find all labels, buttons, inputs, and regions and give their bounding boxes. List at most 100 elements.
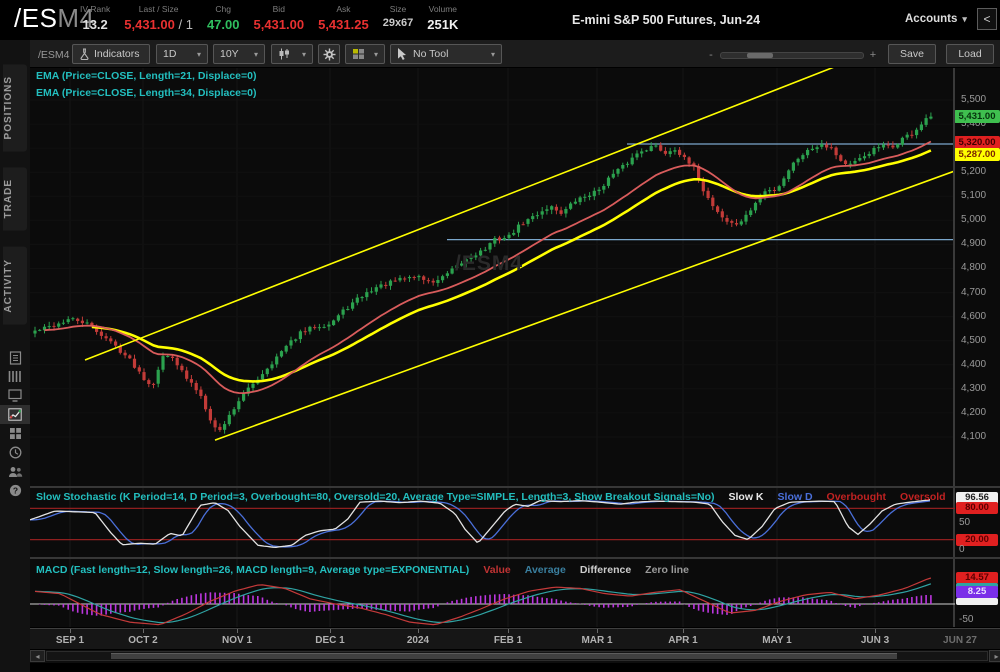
- quote-field: IV Rank 13.2: [80, 4, 110, 32]
- time-label: OCT 2: [128, 635, 158, 646]
- scroll-left-button[interactable]: ◂: [30, 650, 45, 662]
- chart-settings-button[interactable]: [318, 44, 340, 64]
- indicator-axis-badge: 80.00: [956, 502, 998, 514]
- flask-icon: [79, 48, 90, 61]
- ema34-legend[interactable]: EMA (Price=CLOSE, Length=34, Displace=0): [36, 87, 256, 99]
- time-tick: [875, 629, 876, 633]
- price-tick-label: 4,500: [961, 334, 987, 346]
- users-icon[interactable]: [0, 462, 30, 481]
- left-sidebar: POSITIONS TRADE ACTIVITY ?: [0, 40, 30, 672]
- quote-field-value: 251K: [427, 17, 459, 32]
- quote-field-label: Bid: [272, 4, 285, 14]
- macd-legend: MACD (Fast length=12, Slow length=26, MA…: [36, 564, 689, 576]
- sidebar-tab-trade[interactable]: TRADE: [3, 167, 27, 231]
- price-tick-label: 4,900: [961, 238, 987, 250]
- price-chart[interactable]: [30, 68, 955, 487]
- quote-field-label: Chg: [215, 4, 231, 14]
- quote-field: Bid 5,431.00: [253, 4, 304, 32]
- chart-watermark: /ESM4: [455, 252, 524, 275]
- sidebar-tab-activity[interactable]: ACTIVITY: [3, 246, 27, 325]
- zoom-out-button[interactable]: -: [706, 49, 716, 61]
- indicator-axis-label: 0: [959, 544, 965, 555]
- quote-field: Last / Size 5,431.00 / 1: [124, 4, 193, 32]
- macd-label[interactable]: MACD (Fast length=12, Slow length=26, MA…: [36, 564, 469, 576]
- price-axis[interactable]: 5,5005,4005,3005,2005,1005,0004,9004,800…: [954, 68, 1000, 487]
- instrument-description: E-mini S&P 500 Futures, Jun-24: [572, 13, 761, 27]
- zoom-slider-thumb[interactable]: [746, 52, 773, 58]
- legend-item: Oversold: [900, 491, 946, 503]
- quote-field: Chg 47.00: [207, 4, 240, 32]
- time-tick: [683, 629, 684, 633]
- price-tick-label: 5,000: [961, 214, 987, 226]
- timeframe-dropdown[interactable]: 1D ▾: [156, 44, 208, 64]
- time-tick: [597, 629, 598, 633]
- zoom-in-button[interactable]: +: [868, 49, 878, 61]
- quote-field-label: Ask: [336, 4, 351, 14]
- price-tick-label: 5,500: [961, 94, 987, 105]
- quote-field: Ask 5,431.25: [318, 4, 369, 32]
- time-axis[interactable]: SEP 1 OCT 2 NOV 1 DEC 1 2024 FEB 1 MAR 1 APR 1 M…: [30, 628, 1000, 649]
- chevron-down-icon: ▾: [373, 49, 378, 59]
- sidebar-tab-positions[interactable]: POSITIONS: [3, 64, 27, 152]
- cursor-pointer-icon: [397, 48, 407, 60]
- price-tick-label: 4,700: [961, 286, 987, 298]
- time-label: JUN 27: [943, 635, 977, 646]
- svg-text:?: ?: [12, 485, 17, 495]
- collapse-panel-button[interactable]: <: [977, 8, 997, 30]
- indicators-button[interactable]: Indicators: [72, 44, 150, 64]
- scrollbar-track[interactable]: [46, 651, 988, 661]
- legend-item: Value: [483, 564, 511, 576]
- quote-field-label: Last / Size: [138, 4, 179, 14]
- legend-item: Overbought: [826, 491, 887, 503]
- columns-icon[interactable]: [0, 367, 30, 386]
- chevron-down-icon: ▾: [962, 14, 967, 24]
- quote-field-value: 5,431.00: [253, 17, 305, 32]
- monitor-icon[interactable]: [0, 386, 30, 405]
- price-tick-label: 4,400: [961, 358, 987, 370]
- quote-field-label: Size: [389, 4, 407, 14]
- chevron-down-icon: ▾: [196, 49, 201, 59]
- price-tick-label: 4,300: [961, 382, 987, 394]
- layout-grid-dropdown[interactable]: ▾: [345, 44, 385, 64]
- chart-style-dropdown[interactable]: ▾: [271, 44, 313, 64]
- clock-icon[interactable]: [0, 443, 30, 462]
- time-label: NOV 1: [221, 635, 253, 646]
- zoom-slider-track[interactable]: [720, 51, 864, 59]
- legend-item: Slow K: [728, 491, 764, 503]
- price-badge: 5,431.00: [954, 109, 1000, 123]
- load-button[interactable]: Load: [946, 44, 994, 64]
- time-tick: [508, 629, 509, 633]
- scrollbar-thumb[interactable]: [111, 653, 897, 659]
- quote-field-value: 5,431.25: [318, 17, 369, 32]
- quote-field-label: IV Rank: [80, 4, 111, 14]
- drawing-tool-dropdown[interactable]: No Tool ▾: [390, 44, 502, 64]
- legend-item: Difference: [579, 564, 632, 576]
- trading-platform-window: /ESM4 IV Rank 13.2 Last / Size 5,431.00 / 1…: [0, 0, 1000, 672]
- help-icon[interactable]: ?: [0, 481, 30, 500]
- ema21-legend[interactable]: EMA (Price=CLOSE, Length=21, Displace=0): [36, 70, 256, 82]
- legend-item: Average: [524, 564, 566, 576]
- price-tick-label: 5,100: [961, 190, 987, 202]
- price-tick-label: 4,200: [961, 406, 987, 418]
- price-badge: 5,287.00: [954, 148, 1000, 162]
- stochastic-label[interactable]: Slow Stochastic (K Period=14, D Period=3…: [36, 491, 715, 503]
- indicator-axis-label: 50: [959, 517, 971, 528]
- legend-item: Slow D: [777, 491, 813, 503]
- time-tick: [70, 629, 71, 633]
- time-label: MAR 1: [581, 635, 613, 646]
- quote-field: Size 29x67: [383, 4, 414, 32]
- quote-field-label: Volume: [428, 4, 458, 14]
- save-button[interactable]: Save: [888, 44, 936, 64]
- quote-field-value: 5,431.00 / 1: [124, 17, 193, 32]
- price-tick-label: 5,200: [961, 166, 987, 178]
- scroll-right-button[interactable]: ▸: [989, 650, 1000, 662]
- time-label: DEC 1: [315, 635, 345, 646]
- grid-icon[interactable]: [0, 424, 30, 443]
- quote-field-value: 29x67: [382, 17, 414, 29]
- accounts-dropdown[interactable]: Accounts ▾: [905, 13, 967, 25]
- range-dropdown[interactable]: 10Y ▾: [213, 44, 265, 64]
- document-icon[interactable]: [0, 348, 30, 367]
- chevron-down-icon: ▾: [301, 49, 306, 59]
- quote-field-value: 47.00: [206, 17, 240, 32]
- chart-icon[interactable]: [0, 405, 30, 424]
